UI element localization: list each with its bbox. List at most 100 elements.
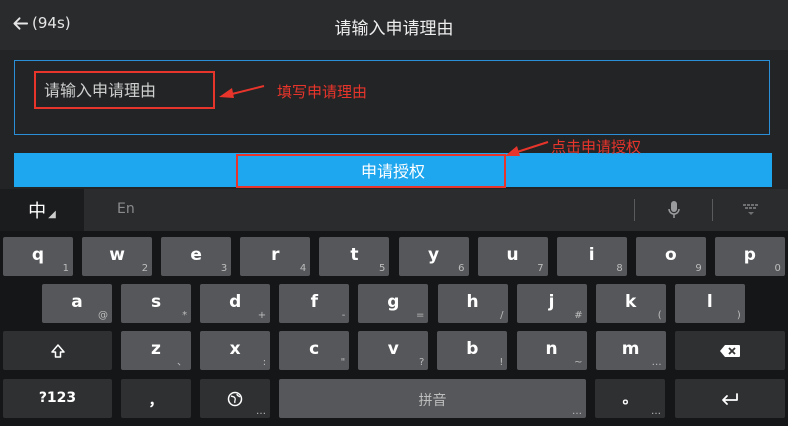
key-m[interactable]: m… [595, 331, 666, 370]
key-secondary-label: ) [736, 310, 741, 321]
key-b[interactable]: b! [437, 331, 508, 370]
key-k[interactable]: k( [595, 284, 666, 323]
key-secondary-label: / [500, 310, 504, 321]
key-secondary-label: 2 [141, 263, 149, 274]
backspace-icon [675, 331, 785, 370]
key-j[interactable]: j # [516, 284, 587, 323]
lang-chinese-label: 中 [28, 201, 47, 222]
keyboard-hide-icon[interactable] [736, 196, 766, 224]
microphone-icon[interactable] [659, 196, 689, 224]
key-label: b [466, 339, 479, 359]
key-more-indicator: … [572, 406, 582, 417]
key-l[interactable]: l) [674, 284, 745, 323]
key-f[interactable]: f- [279, 284, 350, 323]
key-secondary-label: 8 [616, 263, 623, 274]
key-secondary-label: - [341, 310, 346, 321]
key-secondary-label: ? [418, 357, 425, 368]
key-label: y [427, 245, 440, 265]
key-label: v [387, 339, 399, 359]
key-label: s [151, 292, 162, 312]
key-secondary-label: 3 [220, 263, 228, 274]
backspace-key[interactable] [675, 331, 785, 370]
key-secondary-label: = [416, 310, 425, 321]
key-secondary-label: * [182, 310, 188, 321]
key-label: m [621, 339, 640, 359]
key-more-indicator: … [256, 406, 266, 417]
key-label: ?123 [38, 390, 77, 406]
key-q[interactable]: q1 [3, 237, 73, 276]
key-x[interactable]: x: [200, 331, 271, 370]
key-p[interactable]: p0 [714, 237, 785, 276]
toolbar-divider [634, 199, 635, 221]
lang-english-button[interactable]: En [117, 201, 135, 217]
lang-indicator: ◢ [48, 208, 56, 220]
key-secondary-label: : [262, 357, 267, 368]
key-label: 拼音 [418, 393, 447, 409]
key-secondary-label: 1 [62, 263, 69, 274]
enter-icon [675, 379, 785, 418]
key-label: w [109, 245, 125, 265]
key-y[interactable]: y6 [398, 237, 469, 276]
space-key[interactable]: 拼音 … [279, 379, 586, 418]
key-secondary-label: @ [98, 310, 108, 321]
key-n[interactable]: n ~ [516, 331, 587, 370]
shift-icon [3, 331, 112, 370]
key-label: t [350, 245, 359, 265]
key-label: k [625, 292, 637, 312]
shift-key[interactable] [3, 331, 112, 370]
key-label: f [310, 292, 318, 312]
key-more-indicator: … [651, 406, 661, 417]
key-label: ， [148, 391, 164, 409]
apply-authorization-button[interactable]: 申请授权 [14, 153, 772, 187]
key-s[interactable]: s * [121, 284, 192, 323]
key-secondary-label: + [257, 310, 267, 321]
key-secondary-label: ( [657, 310, 662, 321]
key-secondary-label: 、 [177, 357, 187, 368]
key-secondary-label: ! [499, 357, 504, 368]
lang-chinese-button[interactable]: 中 ◢ [0, 189, 84, 231]
comma-key[interactable]: ， [121, 379, 191, 418]
key-secondary-label: 5 [379, 263, 386, 274]
key-secondary-label: … [651, 357, 662, 368]
key-d[interactable]: d + [200, 284, 271, 323]
key-label: r [271, 245, 280, 265]
key-o[interactable]: o9 [635, 237, 706, 276]
key-h[interactable]: h / [437, 284, 508, 323]
key-e[interactable]: e3 [161, 237, 232, 276]
page-title: 请输入申请理由 [334, 19, 454, 39]
key-secondary-label: # [574, 310, 583, 321]
key-label: e [190, 245, 202, 265]
key-label: x [229, 339, 241, 359]
key-r[interactable]: r4 [240, 237, 311, 276]
key-v[interactable]: v? [358, 331, 429, 370]
key-secondary-label: 0 [774, 263, 781, 274]
annotation-fill-reason: 填写申请理由 [277, 83, 368, 101]
key-z[interactable]: z、 [121, 331, 191, 370]
key-label: g [387, 292, 400, 312]
enter-key[interactable] [675, 379, 785, 418]
key-secondary-label: 4 [299, 263, 307, 274]
key-w[interactable]: w2 [82, 237, 153, 276]
key-label: c [309, 339, 320, 359]
key-secondary-label: " [340, 357, 346, 368]
key-secondary-label: ~ [574, 357, 583, 368]
key-secondary-label: 7 [537, 263, 544, 274]
reason-input[interactable] [34, 71, 215, 109]
key-t[interactable]: t5 [319, 237, 390, 276]
key-label: d [229, 292, 242, 312]
key-c[interactable]: c " [279, 331, 350, 370]
key-label: u [506, 245, 519, 265]
key-label: q [31, 245, 45, 265]
numbers-key[interactable]: ?123 [3, 379, 112, 418]
annotation-click-submit: 点击申请授权 [551, 138, 642, 156]
key-secondary-label: 6 [458, 263, 465, 274]
toolbar-divider [712, 199, 713, 221]
period-key[interactable]: 。… [595, 379, 665, 418]
globe-key[interactable]: … [200, 379, 270, 418]
key-i[interactable]: i8 [556, 237, 627, 276]
key-g[interactable]: g = [358, 284, 429, 323]
key-a[interactable]: a @ [42, 284, 112, 323]
key-u[interactable]: u7 [477, 237, 548, 276]
key-label: l [706, 292, 713, 312]
key-label: j [548, 292, 555, 312]
